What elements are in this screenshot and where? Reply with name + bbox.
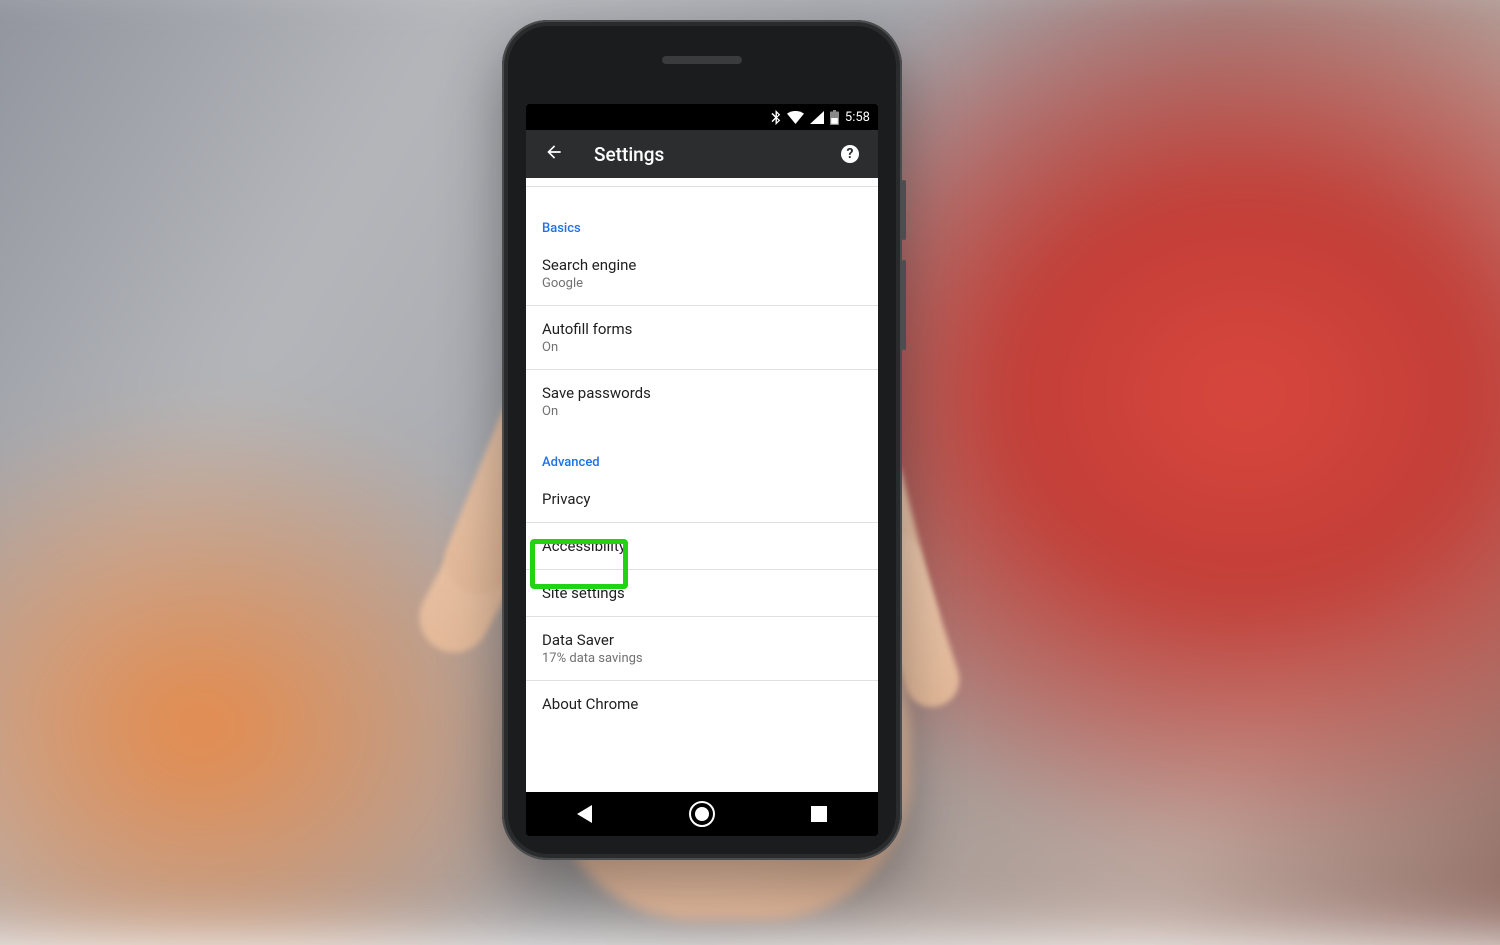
item-label: Site settings (542, 584, 862, 602)
square-recents-icon (811, 806, 827, 822)
triangle-back-icon (577, 805, 592, 823)
item-privacy[interactable]: Privacy (526, 476, 878, 523)
item-autofill-forms[interactable]: Autofill forms On (526, 306, 878, 370)
circle-home-icon (689, 801, 715, 827)
phone-screen: 5:58 Settings ? Basics Search engine Goo… (526, 104, 878, 836)
wifi-icon (787, 111, 804, 124)
item-site-settings[interactable]: Site settings (526, 570, 878, 617)
item-data-saver[interactable]: Data Saver 17% data savings (526, 617, 878, 681)
section-header-advanced: Advanced (526, 433, 878, 476)
partial-previous-item (526, 178, 878, 187)
bluetooth-icon (771, 110, 781, 125)
nav-back-button[interactable] (563, 792, 607, 836)
item-value: On (542, 340, 862, 355)
item-label: Save passwords (542, 384, 862, 402)
back-button[interactable] (540, 140, 568, 168)
battery-icon (830, 110, 839, 125)
clock: 5:58 (845, 110, 870, 125)
phone-earpiece (662, 56, 742, 64)
cell-signal-icon (810, 111, 824, 124)
arrow-left-icon (544, 142, 564, 166)
item-save-passwords[interactable]: Save passwords On (526, 370, 878, 433)
item-value: Google (542, 276, 862, 291)
item-accessibility[interactable]: Accessibility (526, 523, 878, 570)
item-label: About Chrome (542, 695, 862, 713)
android-nav-bar (526, 792, 878, 836)
phone-side-button (902, 260, 906, 350)
item-value: On (542, 404, 862, 419)
item-search-engine[interactable]: Search engine Google (526, 242, 878, 306)
help-icon: ? (841, 145, 859, 163)
section-header-basics: Basics (526, 187, 878, 242)
item-about-chrome[interactable]: About Chrome (526, 681, 878, 727)
phone-side-button (902, 180, 906, 240)
item-label: Search engine (542, 256, 862, 274)
item-label: Privacy (542, 490, 862, 508)
item-label: Autofill forms (542, 320, 862, 338)
help-button[interactable]: ? (836, 140, 864, 168)
nav-recents-button[interactable] (797, 792, 841, 836)
item-value: 17% data savings (542, 651, 862, 666)
item-label: Accessibility (542, 537, 862, 555)
settings-list: Basics Search engine Google Autofill for… (526, 178, 878, 792)
item-label: Data Saver (542, 631, 862, 649)
status-bar: 5:58 (526, 104, 878, 130)
phone-frame: 5:58 Settings ? Basics Search engine Goo… (502, 20, 902, 860)
app-bar: Settings ? (526, 130, 878, 178)
page-title: Settings (594, 143, 664, 166)
nav-home-button[interactable] (680, 792, 724, 836)
